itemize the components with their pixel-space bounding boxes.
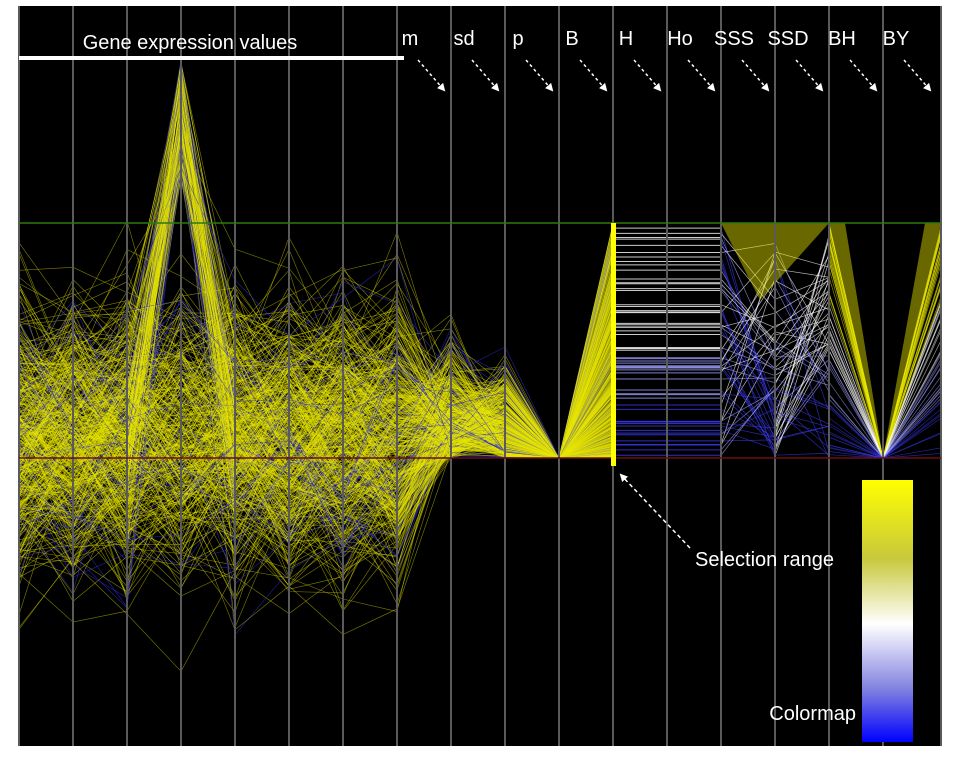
selection-range-label: Selection range — [695, 549, 834, 571]
axis-label-h: H — [619, 28, 633, 50]
chart-title: Gene expression values — [83, 32, 298, 54]
axis-label-sss: SSS — [714, 28, 754, 50]
parallel-coordinates-plot: Gene expression values m sd p B H Ho SSS SSD BH B… — [18, 6, 942, 746]
axis-label-ssd: SSD — [767, 28, 808, 50]
axis-label-ho: Ho — [667, 28, 693, 50]
colormap-label: Colormap — [769, 703, 856, 725]
axis-label-m: m — [402, 28, 419, 50]
selection-range-bar — [611, 223, 616, 466]
axis-label-p: p — [512, 28, 523, 50]
colormap-legend — [862, 480, 913, 742]
axis-label-sd: sd — [453, 28, 474, 50]
axis-label-by: BY — [883, 28, 910, 50]
axis-label-bh: BH — [828, 28, 856, 50]
axis-label-b: B — [565, 28, 578, 50]
